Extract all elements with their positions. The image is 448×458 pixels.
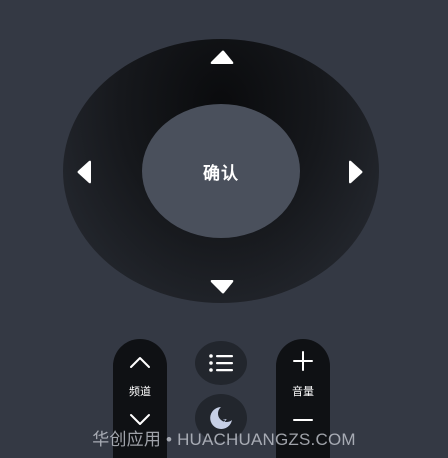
chevron-up-icon xyxy=(130,357,150,368)
watermark: 华创应用 • HUACHUANGZS.COM xyxy=(92,430,356,449)
triangle-up-icon xyxy=(210,50,234,64)
channel-label: 频道 xyxy=(129,385,151,398)
dpad-up-button[interactable] xyxy=(206,44,238,72)
dpad-down-button[interactable] xyxy=(206,272,238,300)
triangle-left-icon xyxy=(77,160,91,184)
svg-text:z: z xyxy=(223,417,227,425)
triangle-down-icon xyxy=(210,280,234,294)
volume-label: 音量 xyxy=(292,385,314,398)
minus-icon xyxy=(293,419,313,421)
channel-up-button[interactable] xyxy=(113,347,167,377)
dpad-left-button[interactable] xyxy=(70,156,100,188)
ok-button[interactable]: 确认 xyxy=(142,104,300,238)
dpad-right-button[interactable] xyxy=(340,156,370,188)
menu-button[interactable] xyxy=(195,341,247,385)
list-icon xyxy=(209,354,233,372)
plus-icon xyxy=(293,351,313,371)
ok-label: 确认 xyxy=(203,163,239,184)
triangle-right-icon xyxy=(349,160,363,184)
volume-up-button[interactable] xyxy=(276,345,330,377)
